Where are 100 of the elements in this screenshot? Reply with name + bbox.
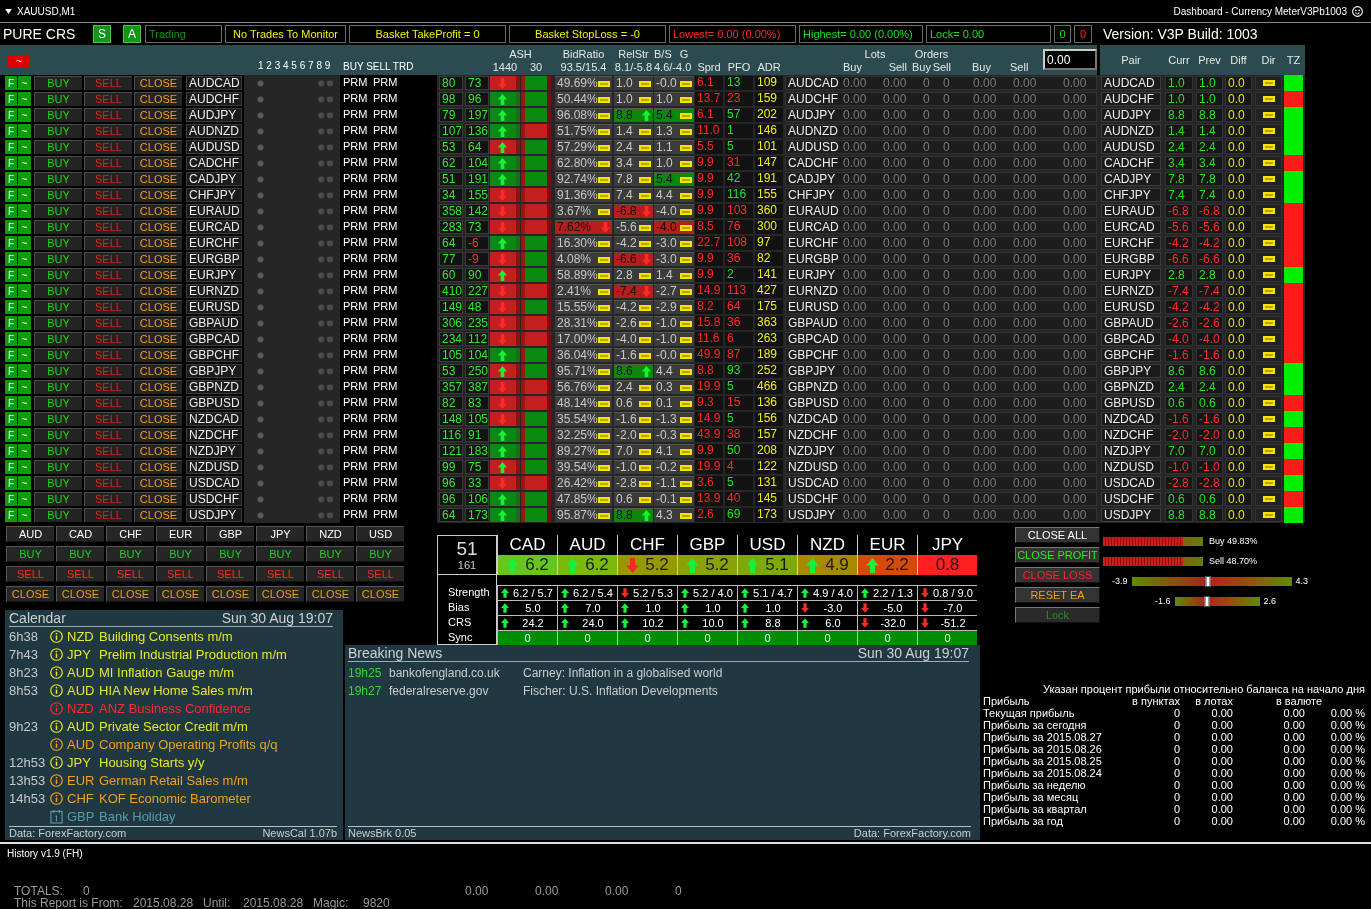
mode-button[interactable]: ~ [18, 476, 31, 490]
buy-button[interactable]: BUY [34, 284, 82, 298]
close-trade-button[interactable]: CLOSE [256, 586, 304, 602]
sell-button[interactable]: SELL [84, 92, 132, 106]
sell-button[interactable]: SELL [84, 428, 132, 442]
mode-button[interactable]: ~ [18, 412, 31, 426]
close-trade-button[interactable]: CLOSE [134, 108, 182, 122]
close-trade-button[interactable]: CLOSE [134, 348, 182, 362]
currency-button[interactable]: EUR [156, 526, 204, 542]
filter-button[interactable]: F [5, 252, 17, 266]
close-trade-button[interactable]: CLOSE [134, 412, 182, 426]
mode-button[interactable]: ~ [18, 172, 31, 186]
filter-button[interactable]: F [5, 268, 17, 282]
close-trade-button[interactable]: CLOSE [134, 332, 182, 346]
sell-button[interactable]: SELL [306, 566, 354, 582]
buy-button[interactable]: BUY [34, 380, 82, 394]
sell-button[interactable]: SELL [56, 566, 104, 582]
mode-button[interactable]: ~ [18, 92, 31, 106]
close-loss-button[interactable]: CLOSE LOSS [1015, 567, 1100, 583]
close-trade-button[interactable]: CLOSE [134, 252, 182, 266]
slider-thumb[interactable] [1204, 595, 1210, 607]
currency-button[interactable]: NZD [306, 526, 354, 542]
close-trade-button[interactable]: CLOSE [134, 476, 182, 490]
filter-button[interactable]: F [5, 412, 17, 426]
close-trade-button[interactable]: CLOSE [206, 586, 254, 602]
filter-button[interactable]: F [5, 332, 17, 346]
sell-button[interactable]: SELL [156, 566, 204, 582]
sell-button[interactable]: SELL [84, 284, 132, 298]
close-trade-button[interactable]: CLOSE [134, 220, 182, 234]
sell-button[interactable]: SELL [84, 364, 132, 378]
mode-button[interactable]: ~ [18, 188, 31, 202]
currency-button[interactable]: JPY [256, 526, 304, 542]
close-trade-button[interactable]: CLOSE [134, 508, 182, 522]
buy-button[interactable]: BUY [256, 546, 304, 562]
close-trade-button[interactable]: CLOSE [134, 284, 182, 298]
mode-button[interactable]: ~ [18, 108, 31, 122]
currency-button[interactable]: USD [356, 526, 404, 542]
filter-button[interactable]: F [5, 140, 17, 154]
buy-button[interactable]: BUY [206, 546, 254, 562]
sell-button[interactable]: SELL [84, 412, 132, 426]
menu-button[interactable]: ~ [8, 54, 30, 68]
buy-button[interactable]: BUY [34, 364, 82, 378]
buy-button[interactable]: BUY [34, 300, 82, 314]
sell-button[interactable]: SELL [84, 220, 132, 234]
buy-button[interactable]: BUY [356, 546, 404, 562]
close-trade-button[interactable]: CLOSE [356, 586, 404, 602]
filter-button[interactable]: F [5, 108, 17, 122]
filter-button[interactable]: F [5, 204, 17, 218]
close-trade-button[interactable]: CLOSE [134, 172, 182, 186]
mode-button[interactable]: ~ [18, 396, 31, 410]
close-trade-button[interactable]: CLOSE [134, 364, 182, 378]
close-trade-button[interactable]: CLOSE [306, 586, 354, 602]
sell-button[interactable]: SELL [84, 108, 132, 122]
close-trade-button[interactable]: CLOSE [134, 92, 182, 106]
buy-button[interactable]: BUY [34, 348, 82, 362]
mode-button[interactable]: ~ [18, 332, 31, 346]
sell-button[interactable]: SELL [84, 348, 132, 362]
mode-button[interactable]: ~ [18, 220, 31, 234]
sell-button[interactable]: SELL [84, 300, 132, 314]
buy-button[interactable]: BUY [34, 92, 82, 106]
mode-button[interactable]: ~ [18, 252, 31, 266]
buy-button[interactable]: BUY [34, 156, 82, 170]
sell-button[interactable]: SELL [84, 316, 132, 330]
caret-icon[interactable] [5, 8, 12, 14]
buy-button[interactable]: BUY [34, 252, 82, 266]
buy-button[interactable]: BUY [34, 188, 82, 202]
close-trade-button[interactable]: CLOSE [134, 76, 182, 90]
close-trade-button[interactable]: CLOSE [134, 396, 182, 410]
mode-button[interactable]: ~ [18, 492, 31, 506]
buy-button[interactable]: BUY [156, 546, 204, 562]
filter-button[interactable]: F [5, 156, 17, 170]
close-all-button[interactable]: CLOSE ALL [1015, 527, 1100, 543]
filter-button[interactable]: F [5, 188, 17, 202]
sell-button[interactable]: SELL [84, 76, 132, 90]
buy-button[interactable]: BUY [34, 76, 82, 90]
sell-button[interactable]: SELL [84, 188, 132, 202]
buy-button[interactable]: BUY [34, 492, 82, 506]
sell-button[interactable]: SELL [84, 444, 132, 458]
mode-button[interactable]: ~ [18, 460, 31, 474]
mode-button[interactable]: ~ [18, 508, 31, 522]
filter-button[interactable]: F [5, 508, 17, 522]
mode-button[interactable]: ~ [18, 268, 31, 282]
buy-button[interactable]: BUY [6, 546, 54, 562]
currency-button[interactable]: GBP [206, 526, 254, 542]
filter-button[interactable]: F [5, 300, 17, 314]
close-trade-button[interactable]: CLOSE [134, 204, 182, 218]
buy-button[interactable]: BUY [34, 332, 82, 346]
sell-button[interactable]: SELL [84, 124, 132, 138]
buy-button[interactable]: BUY [34, 220, 82, 234]
filter-button[interactable]: F [5, 220, 17, 234]
mode-button[interactable]: ~ [18, 284, 31, 298]
mode-button[interactable]: ~ [18, 444, 31, 458]
close-trade-button[interactable]: CLOSE [56, 586, 104, 602]
close-trade-button[interactable]: CLOSE [134, 236, 182, 250]
sell-button[interactable]: SELL [106, 566, 154, 582]
close-trade-button[interactable]: CLOSE [134, 140, 182, 154]
amount-field[interactable]: 0.00 [1043, 49, 1097, 70]
mode-button[interactable]: ~ [18, 348, 31, 362]
filter-button[interactable]: F [5, 444, 17, 458]
mode-button[interactable]: ~ [18, 236, 31, 250]
